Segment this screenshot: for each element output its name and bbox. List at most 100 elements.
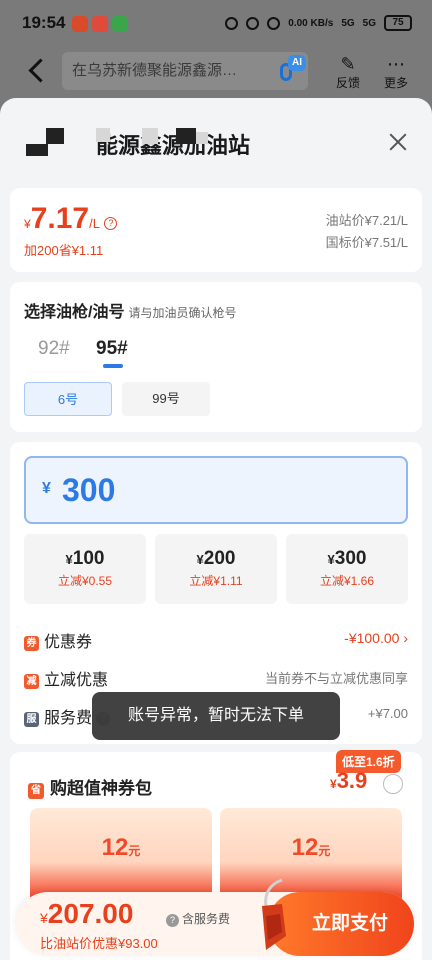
status-indicators: 0.00 KB/s 5G 5G 75 bbox=[225, 15, 412, 31]
instant-discount-row: 减立减优惠 当前券不与立减优惠同享 bbox=[24, 666, 408, 690]
package-tag-icon: 省 bbox=[28, 783, 44, 799]
service-tag-icon: 服 bbox=[24, 712, 39, 727]
redaction-block bbox=[196, 132, 208, 144]
close-button[interactable] bbox=[388, 132, 408, 152]
total-saving: 比油站价优惠¥93.00 bbox=[40, 936, 158, 951]
price-currency: ¥ bbox=[24, 217, 31, 231]
preset-amount-100[interactable]: ¥100 立减¥0.55 bbox=[24, 534, 146, 604]
coupon-value: -¥100.00 › bbox=[344, 630, 408, 646]
more-label: 更多 bbox=[383, 76, 408, 90]
service-label: 服务费 bbox=[44, 710, 93, 727]
total-currency: ¥ bbox=[40, 910, 48, 926]
gun-section-hint: 请与加油员确认枪号 bbox=[128, 306, 237, 320]
preset-value: 100 bbox=[72, 548, 105, 569]
network-speed: 0.00 KB/s bbox=[288, 17, 334, 29]
oil-tab-95[interactable]: 95# bbox=[96, 338, 128, 360]
gun-selection-card: 选择油枪/油号 请与加油员确认枪号 92# 95# 6号 99号 bbox=[10, 282, 422, 432]
preset-price: ¥200 bbox=[155, 548, 277, 570]
voucher-value: 12元 bbox=[30, 834, 212, 862]
more-dots-icon: ⋯ bbox=[387, 54, 405, 74]
gun-option-99[interactable]: 99号 bbox=[122, 382, 210, 416]
redaction-block bbox=[96, 128, 110, 142]
voucher-amount: 12 bbox=[101, 834, 129, 861]
preset-discount: 立减¥1.11 bbox=[189, 574, 243, 588]
preset-amount-200[interactable]: ¥200 立减¥1.11 bbox=[155, 534, 277, 604]
gun-section-title: 选择油枪/油号 请与加油员确认枪号 bbox=[24, 298, 236, 322]
help-icon[interactable]: ? bbox=[104, 217, 118, 230]
preset-value: 200 bbox=[203, 548, 236, 569]
preset-amount-300[interactable]: ¥300 立减¥1.66 bbox=[286, 534, 408, 604]
preset-discount: 立减¥0.55 bbox=[57, 574, 113, 588]
notification-app-icon bbox=[72, 16, 88, 32]
fuel-price: ¥7.17/L ? bbox=[24, 202, 118, 236]
instant-label: 立减优惠 bbox=[44, 672, 109, 689]
feedback-label: 反馈 bbox=[335, 76, 360, 90]
oil-tab-92[interactable]: 92# bbox=[38, 338, 70, 360]
amount-input[interactable]: ¥ 300 bbox=[24, 456, 408, 524]
preset-price: ¥100 bbox=[24, 548, 146, 570]
redaction-block bbox=[46, 128, 64, 144]
feedback-button[interactable]: ✎ 反馈 bbox=[328, 54, 368, 91]
fuel-nozzle-icon bbox=[262, 878, 286, 950]
status-time: 19:54 bbox=[22, 13, 66, 32]
redaction-block bbox=[176, 128, 196, 144]
gun-option-6[interactable]: 6号 bbox=[24, 382, 112, 416]
national-price: 国标价¥7.51/L bbox=[325, 235, 408, 250]
ai-badge: AI bbox=[288, 55, 306, 71]
status-bar: 19:54 0.00 KB/s 5G 5G 75 bbox=[0, 0, 432, 48]
signal-5g-2: 5G bbox=[362, 17, 376, 29]
help-icon: ? bbox=[166, 914, 179, 927]
package-price-value: 3.9 bbox=[336, 768, 368, 793]
coupon-label: 优惠券 bbox=[44, 634, 93, 651]
search-input[interactable]: 在乌苏新德聚能源鑫源… bbox=[62, 52, 308, 90]
edit-icon: ✎ bbox=[340, 54, 356, 74]
wechat-icon bbox=[112, 16, 128, 32]
amount-value: 300 bbox=[62, 472, 116, 508]
redaction-block bbox=[26, 144, 48, 156]
battery-icon: 75 bbox=[384, 15, 412, 31]
alarm-icon bbox=[267, 16, 281, 30]
package-select-radio[interactable] bbox=[383, 774, 403, 794]
mic-status-icon bbox=[246, 16, 260, 30]
preset-discount: 立减¥1.66 bbox=[319, 574, 375, 588]
preset-currency: ¥ bbox=[65, 552, 73, 567]
total-note-text: 含服务费 bbox=[182, 912, 231, 926]
payment-bar: ¥207.00 ? 含服务费 比油站价优惠¥93.00 立即支付 bbox=[16, 892, 414, 956]
service-value: +¥7.00 bbox=[367, 706, 408, 721]
ai-voice-button[interactable]: AI bbox=[274, 55, 306, 85]
redaction-block bbox=[142, 128, 158, 144]
coupon-tag-icon: 券 bbox=[24, 636, 39, 651]
preset-value: 300 bbox=[334, 548, 367, 569]
oil-tab-indicator bbox=[103, 364, 123, 368]
package-price: ¥3.9 bbox=[330, 768, 367, 794]
saving-hint: 加200省¥1.11 bbox=[24, 243, 104, 258]
voucher-unit: 元 bbox=[128, 844, 141, 858]
preset-currency: ¥ bbox=[196, 552, 204, 567]
voucher-unit: 元 bbox=[318, 844, 331, 858]
gun-section-title-text: 选择油枪/油号 bbox=[24, 304, 125, 321]
location-icon bbox=[225, 16, 239, 30]
total-note[interactable]: ? 含服务费 bbox=[166, 910, 230, 927]
preset-price: ¥300 bbox=[286, 548, 408, 570]
price-unit: /L bbox=[89, 216, 100, 231]
amount-currency: ¥ bbox=[42, 480, 51, 497]
instant-value: 当前券不与立减优惠同享 bbox=[264, 671, 408, 686]
error-toast: 账号异常，暂时无法下单 bbox=[92, 692, 340, 740]
total-value: 207.00 bbox=[47, 898, 134, 929]
signal-5g: 5G bbox=[341, 17, 355, 29]
notification-app-icon bbox=[92, 16, 108, 32]
station-title-text: 能源鑫源加油站 bbox=[96, 133, 251, 158]
price-value: 7.17 bbox=[30, 202, 90, 235]
preset-currency: ¥ bbox=[327, 552, 335, 567]
total-amount: ¥207.00 bbox=[40, 898, 133, 930]
instant-tag-icon: 减 bbox=[24, 674, 39, 689]
more-button[interactable]: ⋯ 更多 bbox=[376, 54, 416, 91]
order-sheet: 能源鑫源加油站 ¥7.17/L ? 加200省¥1.11 油站价¥7.21/L … bbox=[0, 98, 432, 960]
price-card: ¥7.17/L ? 加200省¥1.11 油站价¥7.21/L 国标价¥7.51… bbox=[10, 188, 422, 272]
coupon-value-text: -¥100.00 bbox=[344, 630, 400, 646]
back-button[interactable] bbox=[26, 58, 48, 84]
coupon-row[interactable]: 券优惠券 -¥100.00 › bbox=[24, 628, 408, 652]
voucher-value: 12元 bbox=[220, 834, 402, 862]
package-currency: ¥ bbox=[330, 777, 337, 791]
station-price: 油站价¥7.21/L bbox=[325, 213, 408, 228]
